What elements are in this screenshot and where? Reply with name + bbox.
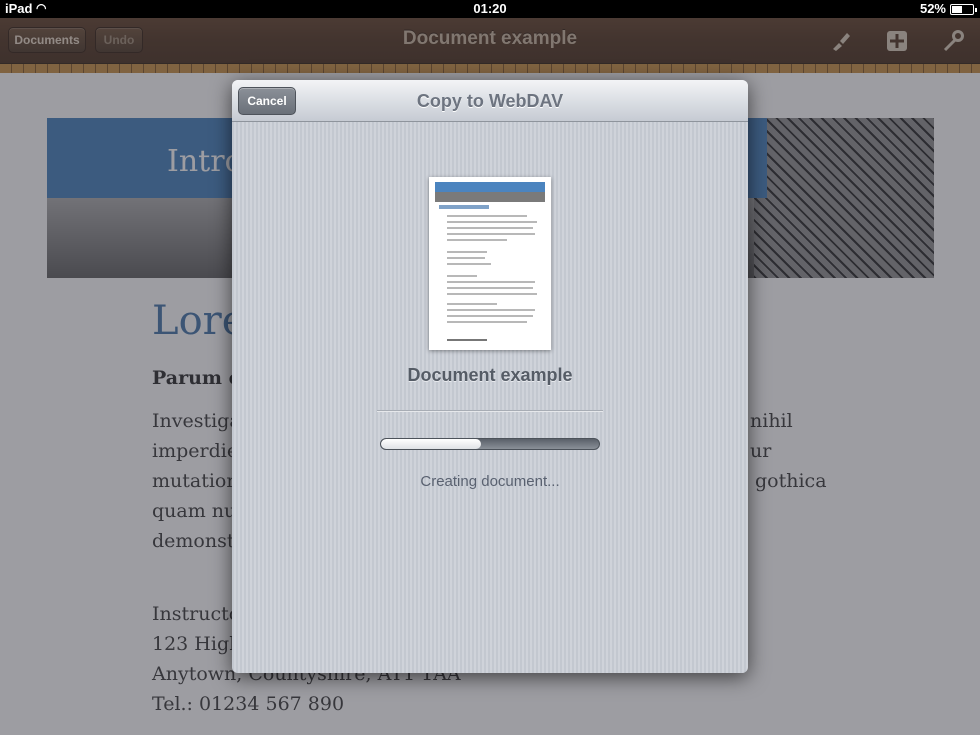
thumbnail-line	[447, 257, 485, 259]
dialog-header: Copy to WebDAV Cancel	[232, 80, 748, 122]
battery-percent: 52%	[919, 1, 946, 16]
thumbnail-line	[447, 321, 527, 323]
thumbnail-photo	[435, 192, 545, 202]
cancel-button[interactable]: Cancel	[238, 87, 296, 115]
thumbnail-line	[447, 233, 535, 235]
clock: 01:20	[473, 1, 507, 16]
battery-icon	[950, 4, 977, 15]
thumbnail-line	[447, 263, 491, 265]
thumbnail-line	[447, 275, 477, 277]
progress-bar	[380, 438, 600, 450]
progress-fill	[381, 439, 482, 449]
thumbnail-line	[447, 309, 535, 311]
thumbnail-line	[447, 287, 533, 289]
thumbnail-line	[447, 281, 535, 283]
status-text: Creating document...	[420, 473, 560, 490]
thumbnail-line	[447, 251, 487, 253]
thumbnail-footer	[447, 339, 487, 341]
thumbnail-line	[447, 303, 497, 305]
divider	[377, 410, 603, 412]
thumbnail-line	[447, 227, 533, 229]
battery-fill	[952, 6, 963, 13]
thumbnail-line	[447, 293, 537, 295]
thumbnail-line	[447, 315, 533, 317]
thumbnail-line	[447, 239, 507, 241]
document-thumbnail	[429, 177, 551, 350]
document-name: Document example	[407, 365, 573, 385]
copy-dialog: Copy to WebDAV Cancel Document example C…	[232, 80, 748, 673]
status-bar: iPad ◠ 01:20 52%	[0, 0, 980, 18]
thumbnail-line	[447, 221, 537, 223]
thumbnail-line	[447, 215, 527, 217]
thumbnail-heading	[439, 205, 489, 209]
dialog-title: Copy to WebDAV	[416, 91, 564, 111]
